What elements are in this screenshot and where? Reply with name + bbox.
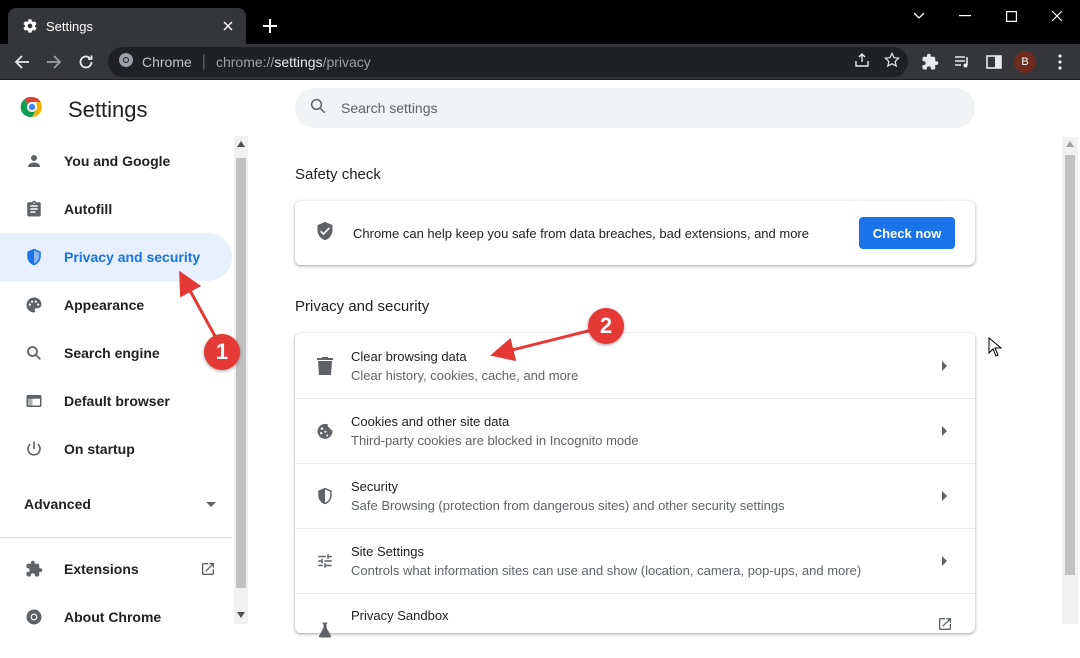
annotation-badge-2: 2 xyxy=(588,308,624,344)
annotation-badge-1: 1 xyxy=(204,334,240,370)
mouse-cursor-icon xyxy=(988,336,1003,362)
annotation-arrow-2 xyxy=(490,328,593,362)
annotation-arrow-1 xyxy=(179,270,218,339)
annotation-arrows xyxy=(179,270,593,362)
